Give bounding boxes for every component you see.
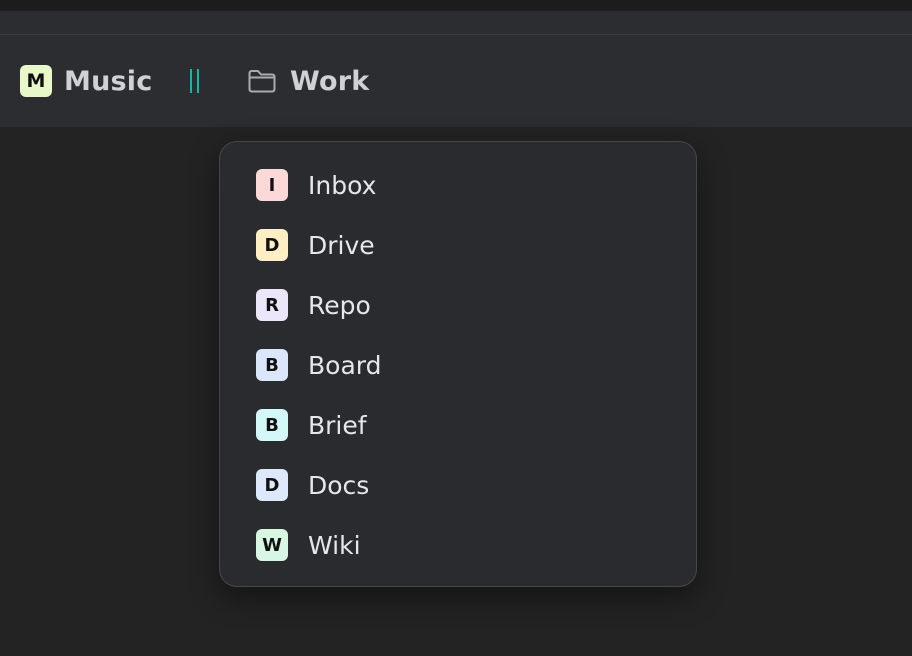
folder-label: Work [290,65,370,97]
brief-badge-icon: B [256,409,288,441]
breadcrumb-folder[interactable]: Work [247,35,369,127]
breadcrumb-separator-icon [184,67,204,95]
wiki-badge-icon: W [256,529,288,561]
menu-item-drive[interactable]: D Drive [256,220,666,270]
window-top-strip [0,0,912,11]
inbox-badge-icon: I [256,169,288,201]
menu-item-board[interactable]: B Board [256,340,666,390]
header-bar: M Music Work [0,35,912,127]
separator-bar [196,69,199,93]
menu-item-docs[interactable]: D Docs [256,460,666,510]
separator-bar [189,69,192,93]
breadcrumb-workspace[interactable]: M Music [20,35,152,127]
repo-badge-icon: R [256,289,288,321]
menu-item-label: Drive [308,230,375,260]
menu-item-label: Inbox [308,170,377,200]
workspace-dropdown-menu: I Inbox D Drive R Repo B Board B Brief D… [219,141,697,587]
menu-item-label: Docs [308,470,370,500]
menu-item-brief[interactable]: B Brief [256,400,666,450]
workspace-label: Music [64,65,153,97]
folder-icon [247,68,277,94]
docs-badge-icon: D [256,469,288,501]
menu-item-label: Board [308,350,382,380]
tab-bar [0,11,912,35]
menu-item-inbox[interactable]: I Inbox [256,160,666,210]
menu-item-repo[interactable]: R Repo [256,280,666,330]
menu-item-label: Wiki [308,530,361,560]
menu-item-label: Repo [308,290,371,320]
menu-item-label: Brief [308,410,367,440]
workspace-badge-icon: M [20,65,52,97]
menu-item-wiki[interactable]: W Wiki [256,520,666,570]
board-badge-icon: B [256,349,288,381]
drive-badge-icon: D [256,229,288,261]
